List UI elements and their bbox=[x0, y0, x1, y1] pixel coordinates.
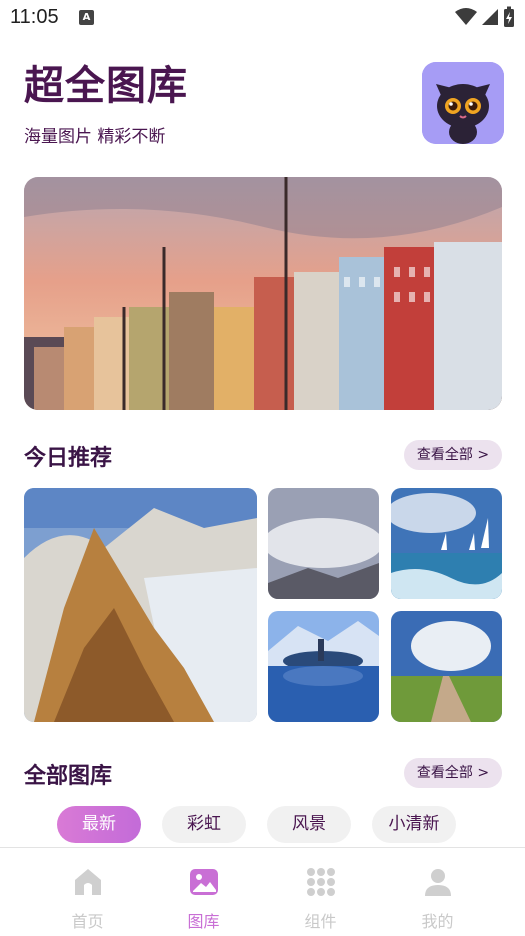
tab-components[interactable]: 组件 bbox=[255, 848, 386, 936]
lake-island-image bbox=[268, 611, 379, 722]
recommend-section-header: 今日推荐 查看全部 > bbox=[24, 440, 502, 474]
notification-icon: A bbox=[79, 10, 94, 25]
banner-image bbox=[24, 177, 502, 410]
recommend-image-mountain[interactable] bbox=[24, 488, 257, 722]
status-time: 11:05 bbox=[10, 6, 59, 28]
filter-chip-rainbow[interactable]: 彩虹 bbox=[162, 806, 246, 843]
recommend-image-clouds[interactable] bbox=[268, 488, 379, 599]
tab-home[interactable]: 首页 bbox=[22, 848, 153, 936]
tab-gallery[interactable]: 图库 bbox=[138, 848, 269, 936]
signal-icon bbox=[482, 9, 498, 25]
bottom-tab-bar: 首页 图库 组件 我的 bbox=[0, 847, 525, 935]
tab-gallery-label: 图库 bbox=[187, 912, 220, 931]
tab-profile-label: 我的 bbox=[421, 912, 454, 931]
clouds-image bbox=[268, 488, 379, 599]
recommend-image-rainbow-road[interactable] bbox=[391, 611, 502, 722]
cat-mascot-icon bbox=[422, 62, 504, 144]
gallery-icon bbox=[189, 869, 218, 895]
recommend-image-lake-island[interactable] bbox=[268, 611, 379, 722]
mountain-image bbox=[24, 488, 257, 722]
hero-banner[interactable] bbox=[24, 177, 502, 410]
recommend-grid bbox=[24, 488, 502, 722]
user-icon bbox=[424, 869, 451, 896]
avatar[interactable] bbox=[422, 62, 504, 144]
gallery-title-highlight: 图库 bbox=[68, 758, 117, 791]
recommend-title: 今日推荐 bbox=[24, 440, 117, 473]
recommend-title-prefix: 今日 bbox=[24, 446, 69, 471]
gallery-section-header: 全部图库 查看全部 > bbox=[24, 758, 502, 792]
tab-home-label: 首页 bbox=[71, 912, 104, 931]
gallery-title-prefix: 全部 bbox=[24, 764, 69, 789]
tab-profile[interactable]: 我的 bbox=[372, 848, 503, 936]
recommend-title-highlight: 推荐 bbox=[68, 440, 117, 473]
page-header: 超全图库 海量图片 精彩不断 bbox=[24, 62, 504, 152]
gallery-more-button[interactable]: 查看全部 > bbox=[404, 758, 502, 788]
system-icons bbox=[455, 6, 515, 28]
wifi-icon bbox=[455, 8, 477, 25]
filter-chip-fresh[interactable]: 小清新 bbox=[372, 806, 456, 843]
recommend-more-button[interactable]: 查看全部 > bbox=[404, 440, 502, 470]
filter-chips: 最新 彩虹 风景 小清新 bbox=[57, 806, 477, 843]
tab-components-label: 组件 bbox=[304, 912, 337, 931]
status-bar: 11:05 A bbox=[0, 0, 525, 36]
sailboats-image bbox=[391, 488, 502, 599]
filter-chip-scenery[interactable]: 风景 bbox=[267, 806, 351, 843]
gallery-title: 全部图库 bbox=[24, 758, 117, 791]
home-icon bbox=[74, 869, 101, 895]
battery-icon bbox=[504, 6, 514, 27]
rainbow-road-image bbox=[391, 611, 502, 722]
recommend-image-sailboats[interactable] bbox=[391, 488, 502, 599]
grid-icon bbox=[306, 868, 335, 896]
filter-chip-latest[interactable]: 最新 bbox=[57, 806, 141, 843]
